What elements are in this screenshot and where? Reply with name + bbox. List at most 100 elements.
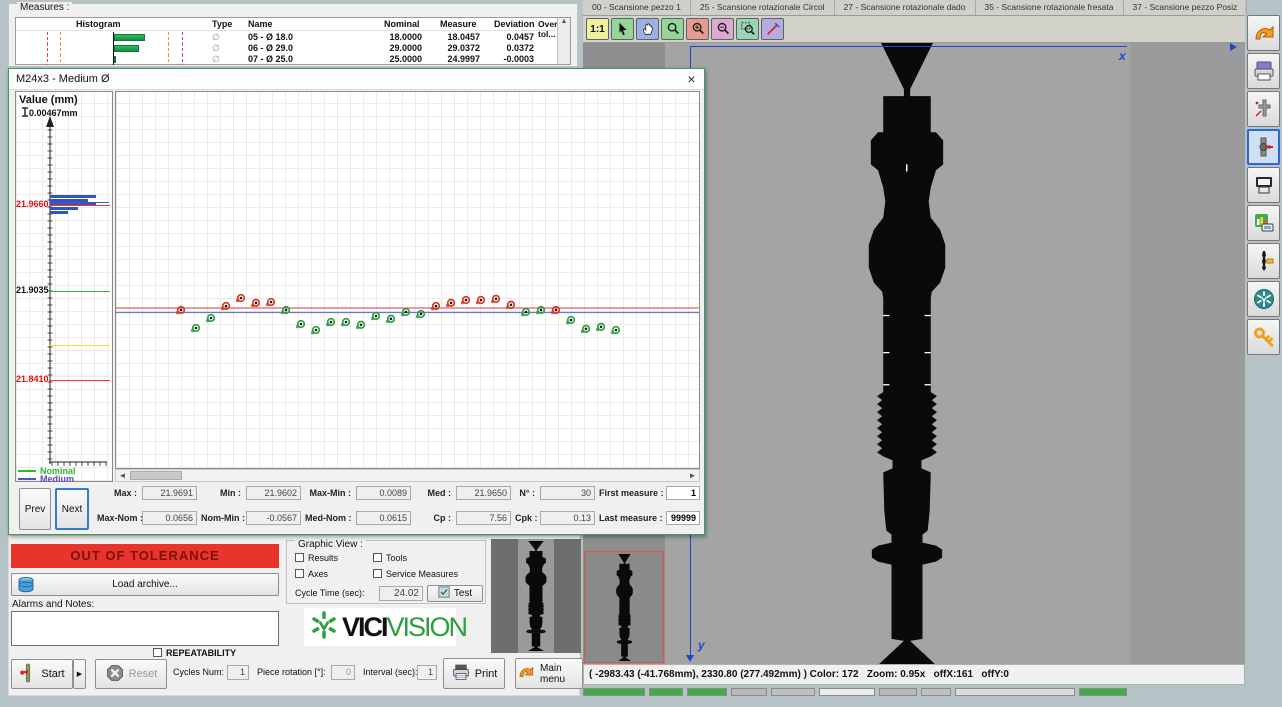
reset-button[interactable]: Reset (95, 659, 167, 689)
measures-label: Measures : (17, 2, 72, 13)
part-program-button[interactable] (1247, 91, 1280, 127)
tools-checkbox[interactable] (373, 553, 382, 562)
zoom-button[interactable] (661, 18, 684, 40)
tolerance-dash-line (168, 32, 169, 43)
graphic-view-option: Tools (373, 553, 458, 569)
alarms-label: Alarms and Notes: (12, 599, 94, 610)
taskbar-segment (771, 688, 815, 696)
start-button[interactable]: Start (11, 659, 73, 689)
scroll-right-icon[interactable]: ► (686, 470, 699, 481)
main-menu-back-button[interactable] (1247, 15, 1280, 51)
deviation-bar (114, 45, 139, 52)
stat-value-field: 21.9691 (142, 486, 197, 500)
deviation-value: 0.0372 (486, 43, 534, 53)
plot-hscrollbar[interactable]: ◄ ► (115, 469, 700, 482)
piece-rotation-field[interactable]: 0 (331, 665, 355, 680)
select-cursor-button[interactable] (611, 18, 634, 40)
stat-value-field[interactable]: 1 (666, 486, 700, 500)
load-archive-button[interactable]: Load archive... (11, 573, 279, 596)
data-point-13 (356, 322, 364, 330)
repeatability-checkbox[interactable] (153, 648, 162, 657)
data-point-17 (416, 311, 424, 319)
measures-scrollbar[interactable]: ▲ (557, 18, 570, 64)
measured-value: 24.9997 (428, 54, 480, 64)
service-key-button[interactable] (1247, 319, 1280, 355)
data-point-19 (446, 300, 454, 308)
measure-program-button[interactable] (1247, 129, 1280, 165)
scan-tab[interactable]: 27 - Scansione rotazionale dado (835, 0, 976, 15)
close-icon[interactable]: × (683, 71, 700, 88)
measure-row[interactable]: ∅05 - Ø 18.018.000018.04570.0457 (16, 32, 556, 43)
viewport-status-bar: ( -2983.43 (-41.768mm), 2330.80 (277.492… (583, 664, 1245, 685)
print-report-button[interactable] (1247, 53, 1280, 89)
stat-label: Min : (201, 488, 241, 498)
axes-checkbox[interactable] (295, 569, 304, 578)
taskbar-segment (731, 688, 767, 696)
tolerance-dash-line (60, 43, 61, 54)
main-menu-button[interactable]: Main menu (515, 658, 583, 689)
upper-tol-value: 21.9660 (16, 199, 47, 209)
col-deviation[interactable]: Deviation (494, 19, 535, 29)
graphic-view-option: Results (295, 553, 373, 569)
measure-row[interactable]: ∅06 - Ø 29.029.000029.03720.0372 (16, 43, 556, 54)
col-histogram[interactable]: Histogram (76, 19, 121, 29)
scan-tab[interactable]: 00 - Scansione pezzo 1 (583, 0, 691, 15)
zoom-in-button[interactable] (686, 18, 709, 40)
measure-row[interactable]: ∅07 - Ø 25.025.000024.9997-0.0003 (16, 54, 556, 65)
alarms-textarea[interactable] (11, 611, 279, 646)
col-name[interactable]: Name (248, 19, 273, 29)
scroll-left-icon[interactable]: ◄ (116, 470, 129, 481)
overview-thumbnail[interactable] (584, 551, 664, 663)
print-button[interactable]: Print (443, 658, 505, 689)
zoom-out-button[interactable] (711, 18, 734, 40)
next-button[interactable]: Next (55, 488, 89, 530)
logo-vici-text: VICI (342, 612, 387, 643)
graphic-view-option: Service Measures (373, 569, 458, 585)
side-toolbar (1247, 0, 1282, 707)
cycle-time-field[interactable]: 24.02 (379, 586, 423, 601)
pan-hand-icon (640, 21, 656, 37)
results-checkbox[interactable] (295, 553, 304, 562)
scan-tab[interactable]: 35 - Scansione rotazionale fresata (976, 0, 1124, 15)
dialog-titlebar[interactable]: M24x3 - Medium Ø × (9, 69, 704, 90)
tolerance-dash-line (47, 54, 48, 65)
prev-button[interactable]: Prev (19, 488, 51, 530)
stat-value-field[interactable]: 99999 (666, 511, 700, 525)
trend-plot[interactable] (115, 91, 700, 469)
medium-line (49, 202, 109, 203)
test-icon (438, 586, 450, 601)
scroll-up-icon[interactable]: ▲ (561, 18, 568, 25)
scan-tab[interactable]: 37 - Scansione pezzo Posiz (1124, 0, 1248, 15)
stat-value-field: 21.9602 (246, 486, 301, 500)
pan-hand-button[interactable] (636, 18, 659, 40)
col-nominal[interactable]: Nominal (384, 19, 420, 29)
part-tools-icon (1252, 249, 1276, 273)
data-point-23 (506, 302, 514, 310)
measure-line-button[interactable] (761, 18, 784, 40)
print-preview-button[interactable] (1247, 167, 1280, 203)
measure-name: 05 - Ø 18.0 (248, 32, 293, 42)
start-options-button[interactable]: ▶ (73, 659, 86, 689)
service-measures-checkbox[interactable] (373, 569, 382, 578)
zoom-window-button[interactable] (736, 18, 759, 40)
vici-logo-button[interactable] (1247, 281, 1280, 317)
data-point-4 (221, 303, 229, 311)
results-view-button[interactable] (1247, 205, 1280, 241)
measures-table: Histogram Type Name Nominal Measure Devi… (15, 17, 571, 65)
interval-field[interactable]: 1 (417, 665, 437, 680)
part-tools-button[interactable] (1247, 243, 1280, 279)
medium-swatch (18, 478, 36, 480)
nominal-value: 18.0000 (356, 32, 422, 42)
lower-tol-value: 21.8410 (16, 374, 47, 384)
vici-logo-icon (1252, 287, 1276, 311)
zoom-icon (665, 21, 681, 37)
cycles-num-field[interactable]: 1 (227, 665, 249, 680)
col-measure[interactable]: Measure (440, 19, 477, 29)
test-button[interactable]: Test (427, 585, 483, 602)
scan-tab[interactable]: 25 - Scansione rotazionale Circol (691, 0, 835, 15)
scroll-thumb[interactable] (130, 471, 182, 480)
tolerance-dash-line (168, 43, 169, 54)
col-type[interactable]: Type (212, 19, 232, 29)
actual-size-button[interactable]: 1:1 (586, 18, 609, 40)
stat-lastmeasure: Last measure :99999 (599, 511, 700, 526)
